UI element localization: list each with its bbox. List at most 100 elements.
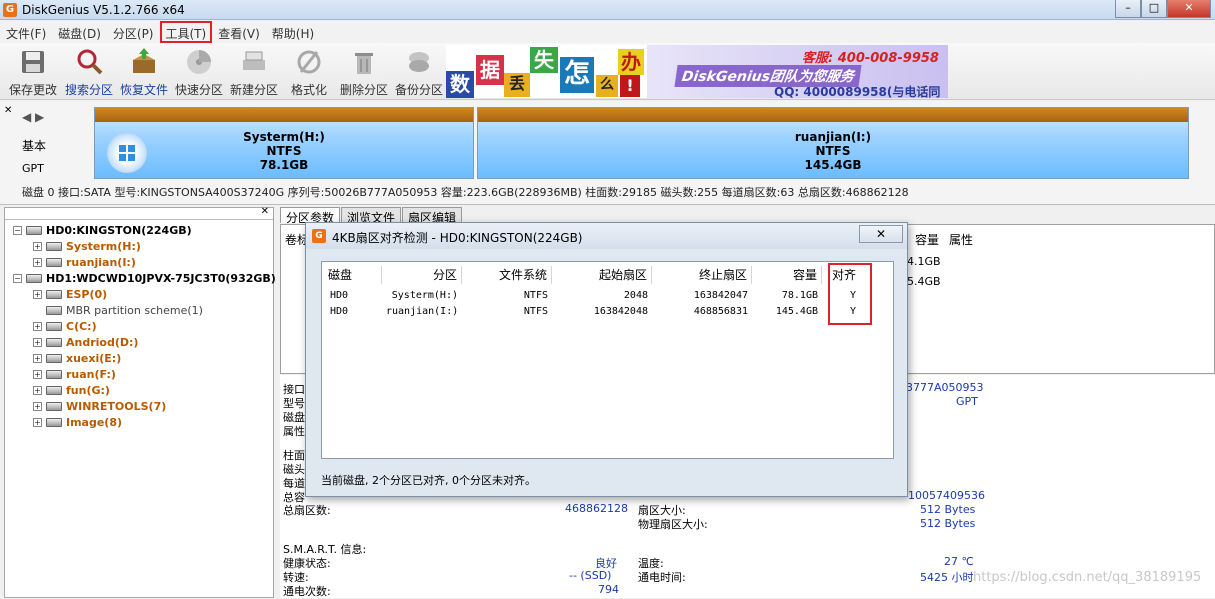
save-icon — [18, 47, 48, 77]
ad-banner[interactable]: 数 据 丢 失 怎 么 办 ! DiskGenius团队为您服务 客服: 400… — [446, 45, 948, 98]
tree-item-fun[interactable]: + fun(G:) — [33, 382, 110, 398]
tree-item-xuexi[interactable]: + xuexi(E:) — [33, 350, 121, 366]
tree-item-andriod[interactable]: + Andriod(D:) — [33, 334, 138, 350]
alignment-check-dialog: G 4KB扇区对齐检测 - HD0:KINGSTON(224GB) ✕ 磁盘 分… — [305, 222, 908, 497]
tab-sector-editor[interactable]: 扇区编辑 — [402, 207, 463, 225]
watermark: https://blog.csdn.net/qq_38189195 — [973, 570, 1202, 585]
banner-hotline: 客服: 400-008-9958 — [802, 51, 939, 66]
partition-icon — [46, 353, 62, 363]
minimize-button[interactable]: – — [1115, 0, 1141, 18]
expand-icon[interactable]: + — [33, 401, 42, 411]
tree-item-winretools[interactable]: + WINRETOOLS(7) — [33, 398, 166, 414]
save-changes-button[interactable]: 保存更改 — [6, 47, 60, 98]
phys-sector-label: 物理扇区大小: — [638, 518, 708, 531]
new-partition-button[interactable]: 新建分区 — [227, 47, 281, 98]
partition-icon — [46, 369, 62, 379]
partition-block-ruanjian[interactable]: ruanjian(I:) NTFS 145.4GB — [477, 107, 1189, 179]
tree-item-ruanjian[interactable]: + ruanjian(I:) — [33, 254, 136, 270]
disk-nav-arrows-icon[interactable]: ◀ ▶ — [22, 110, 44, 124]
tab-partition-params[interactable]: 分区参数 — [280, 207, 341, 225]
collapse-icon[interactable]: − — [13, 225, 22, 235]
recover-files-button[interactable]: 恢复文件 — [117, 47, 171, 98]
prop-value: GPT — [956, 395, 978, 408]
details-tabs: 分区参数 浏览文件 扇区编辑 — [280, 207, 463, 225]
save-changes-label: 保存更改 — [8, 83, 57, 97]
menu-disk[interactable]: 磁盘(D) — [52, 21, 107, 43]
col-header-end[interactable]: 终止扇区 — [652, 266, 752, 284]
partition-block-text: Systerm(H:) NTFS 78.1GB — [95, 130, 473, 172]
tree-item-c[interactable]: + C(C:) — [33, 318, 97, 334]
maximize-button[interactable]: □ — [1141, 0, 1167, 18]
tree-item-esp[interactable]: + ESP(0) — [33, 286, 107, 302]
disk-tree-panel: ✕ − HD0:KINGSTON(224GB) + Systerm(H:) + rua… — [4, 206, 276, 598]
close-button[interactable]: ✕ — [1167, 0, 1211, 18]
partition-block-systerm[interactable]: Systerm(H:) NTFS 78.1GB — [94, 107, 474, 179]
menu-view[interactable]: 查看(V) — [212, 21, 266, 43]
banner-char-6: 么 — [596, 75, 618, 97]
tree-item-systerm[interactable]: + Systerm(H:) — [33, 238, 141, 254]
backup-partition-button[interactable]: 备份分区 — [392, 47, 446, 98]
collapse-icon[interactable]: − — [13, 273, 22, 283]
menu-file[interactable]: 文件(F) — [0, 21, 52, 43]
tree-item-hd1[interactable]: − HD1:WDCWD10JPVX-75JC3T0(932GB) — [13, 270, 276, 286]
tree-item-ruan[interactable]: + ruan(F:) — [33, 366, 116, 382]
tree-close-icon[interactable]: ✕ — [261, 206, 269, 217]
col-header-capacity[interactable]: 容量 — [752, 266, 822, 284]
expand-icon[interactable]: + — [33, 241, 42, 251]
col-header-start[interactable]: 起始扇区 — [552, 266, 652, 284]
expand-icon[interactable]: + — [33, 369, 42, 379]
backup-icon — [404, 47, 434, 77]
expand-icon[interactable]: + — [33, 337, 42, 347]
power-count-label: 通电次数: — [283, 585, 331, 598]
quick-partition-icon — [184, 47, 214, 77]
table-cell: 2048 — [623, 290, 648, 301]
expand-icon[interactable]: + — [33, 321, 42, 331]
partition-block-text: ruanjian(I:) NTFS 145.4GB — [478, 130, 1188, 172]
col-header-partition[interactable]: 分区 — [382, 266, 462, 284]
search-partition-button[interactable]: 搜索分区 — [62, 47, 116, 98]
table-cell: NTFS — [523, 290, 548, 301]
dialog-title: 4KB扇区对齐检测 - HD0:KINGSTON(224GB) — [332, 231, 583, 245]
speed-value: -- (SSD) — [569, 569, 612, 582]
expand-icon[interactable]: + — [33, 257, 42, 267]
menu-partition[interactable]: 分区(P) — [107, 21, 160, 43]
format-label: 格式化 — [290, 83, 327, 97]
title-bar: G DiskGenius V5.1.2.766 x64 – □ ✕ — [0, 0, 1215, 20]
partition-icon — [46, 417, 62, 427]
prop-label: 属性 — [283, 425, 305, 438]
tree-item-image[interactable]: + Image(8) — [33, 414, 122, 430]
delete-partition-button[interactable]: 删除分区 — [337, 47, 391, 98]
tree-item-mbr[interactable]: MBR partition scheme(1) — [46, 302, 203, 318]
disk-type-label: 基本 — [22, 139, 47, 153]
col-header-disk[interactable]: 磁盘 — [324, 266, 382, 284]
expand-icon[interactable]: + — [33, 353, 42, 363]
prop-value: 3777A050953 — [906, 381, 984, 394]
tab-browse-files[interactable]: 浏览文件 — [341, 207, 402, 225]
diskmap-close-icon[interactable]: ✕ — [4, 105, 12, 116]
app-logo-icon: G — [3, 3, 17, 17]
table-cell: NTFS — [523, 306, 548, 317]
table-cell: HD0 — [330, 306, 349, 317]
format-icon — [294, 47, 324, 77]
menu-tools[interactable]: 工具(T) — [159, 21, 213, 43]
power-count-value: 794 — [598, 583, 619, 596]
quick-partition-button[interactable]: 快速分区 — [172, 47, 226, 98]
dialog-app-icon: G — [312, 229, 326, 243]
tree-item-hd0[interactable]: − HD0:KINGSTON(224GB) — [13, 222, 192, 238]
expand-icon[interactable]: + — [33, 385, 42, 395]
col-header-fs[interactable]: 文件系统 — [462, 266, 552, 284]
banner-char-2: 据 — [476, 55, 504, 85]
expand-icon[interactable]: + — [33, 289, 42, 299]
partition-icon — [46, 337, 62, 347]
power-time-value: 5425 小时 — [920, 571, 974, 584]
partition-size: 78.1GB — [259, 158, 309, 172]
expand-icon[interactable]: + — [33, 417, 42, 427]
phys-sector-value: 512 Bytes — [920, 517, 976, 530]
search-partition-label: 搜索分区 — [64, 83, 113, 97]
window-title: DiskGenius V5.1.2.766 x64 — [22, 3, 185, 17]
format-button[interactable]: 格式化 — [282, 47, 336, 98]
partition-name: Systerm(H:) — [243, 130, 325, 144]
dialog-close-button[interactable]: ✕ — [859, 225, 903, 243]
banner-qq: QQ: 4000089958(与电话同号) — [774, 85, 941, 98]
menu-help[interactable]: 帮助(H) — [266, 21, 320, 43]
